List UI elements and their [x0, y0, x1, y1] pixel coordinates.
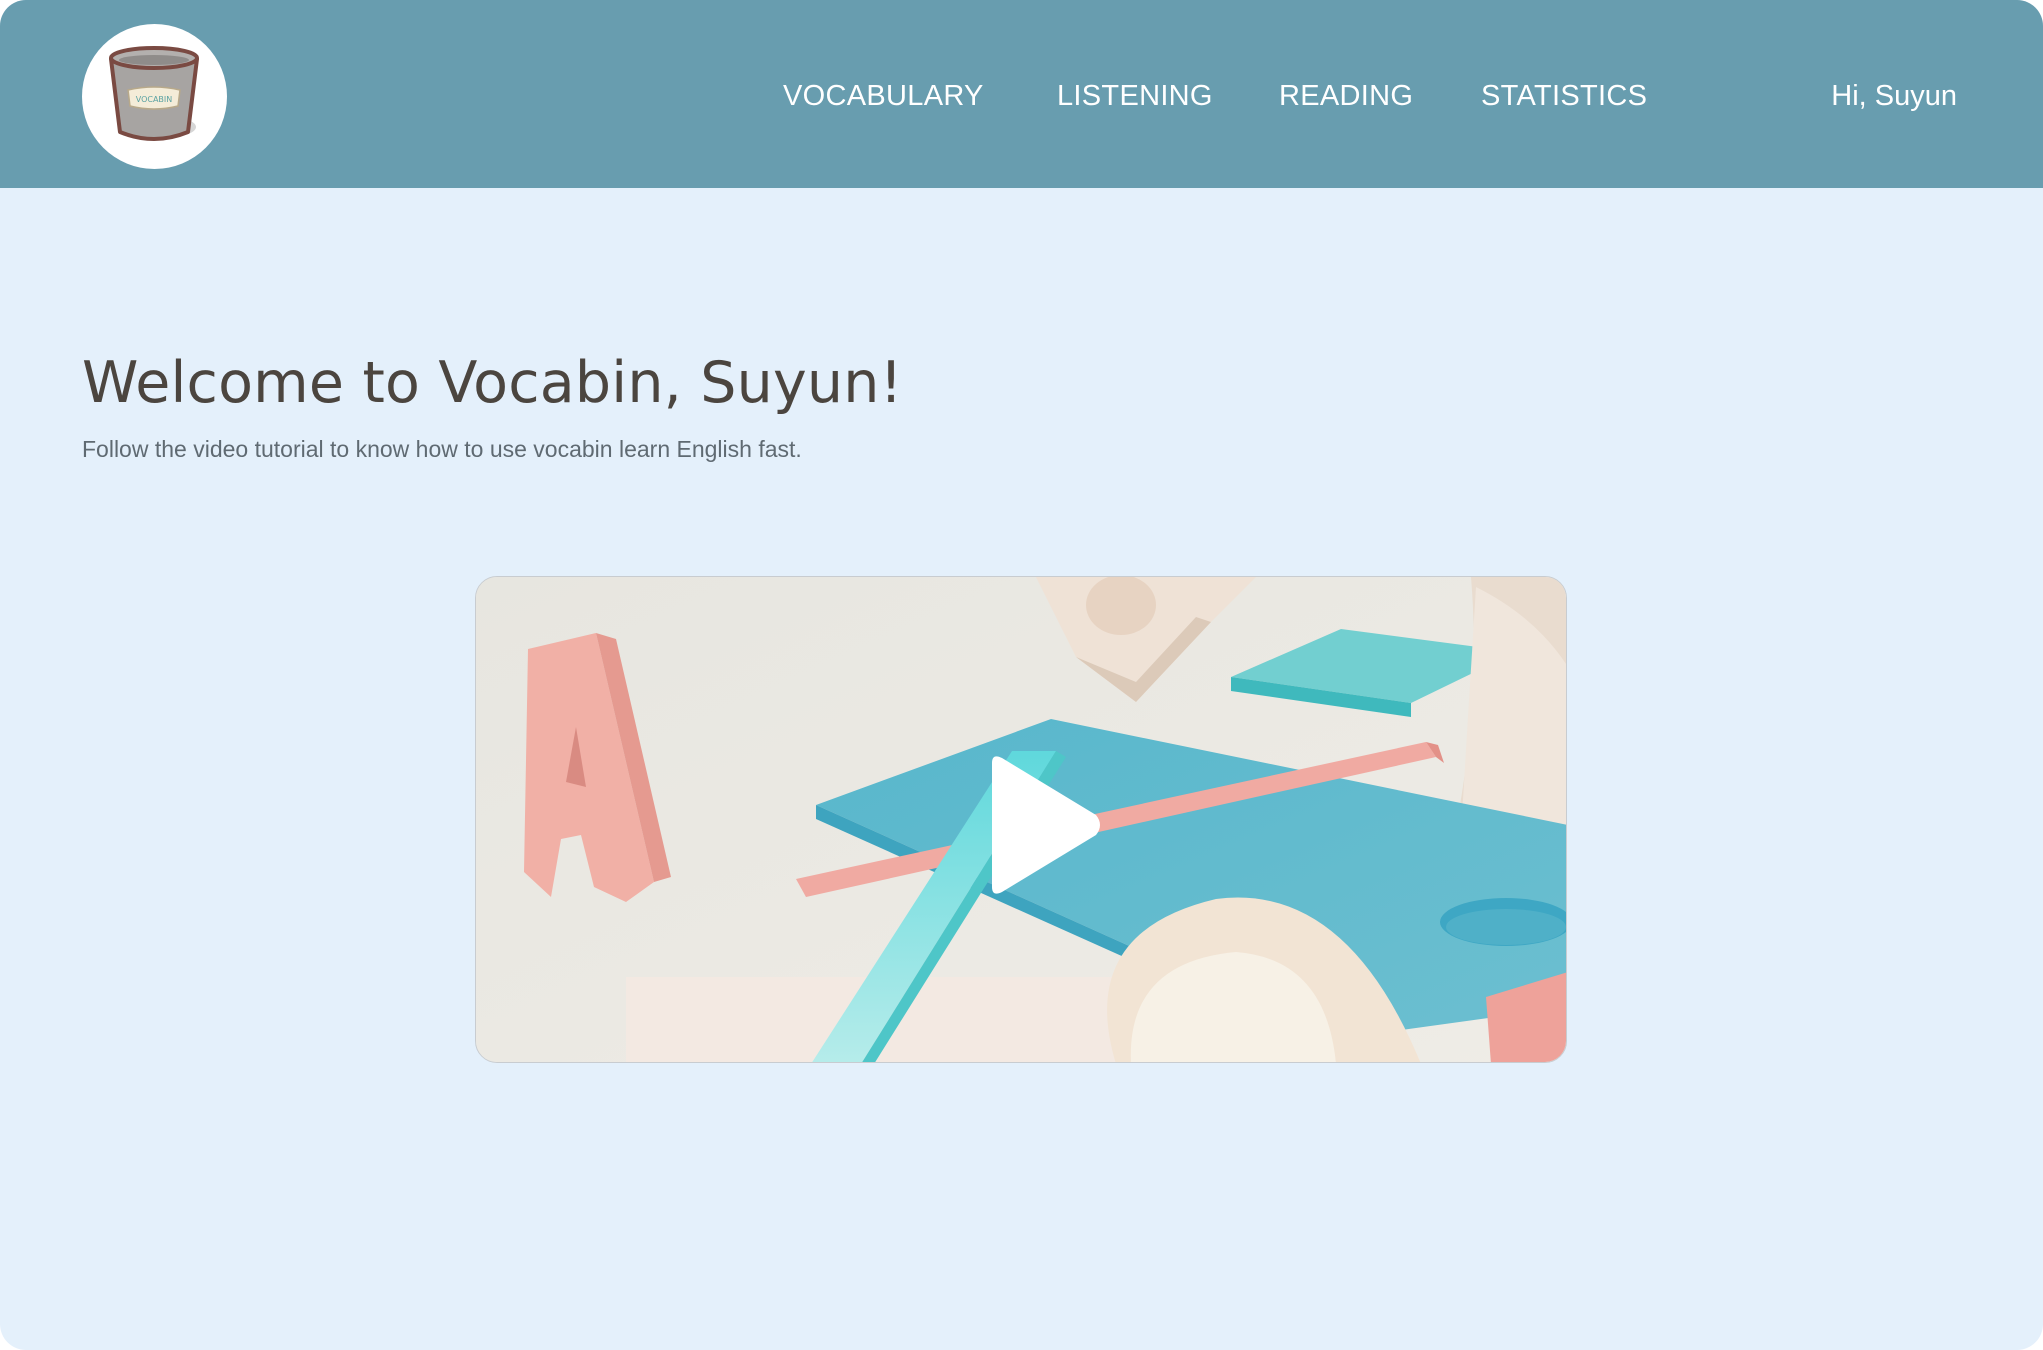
page-subtitle: Follow the video tutorial to know how to…	[82, 436, 802, 462]
page-title: Welcome to Vocabin, Suyun!	[82, 350, 903, 416]
top-navigation-bar: VOCABIN VOCABULARY LISTENING READING STA…	[0, 0, 2043, 188]
app-window: VOCABIN VOCABULARY LISTENING READING STA…	[0, 0, 2043, 1350]
bucket-icon: VOCABIN	[109, 46, 199, 141]
nav-listening[interactable]: LISTENING	[1057, 76, 1213, 116]
nav-reading[interactable]: READING	[1279, 76, 1413, 116]
svg-text:VOCABIN: VOCABIN	[136, 95, 173, 104]
tutorial-video-player[interactable]: A	[475, 576, 1567, 1063]
play-icon	[992, 756, 1100, 894]
nav-vocabulary[interactable]: VOCABULARY	[783, 76, 984, 116]
play-button[interactable]	[978, 753, 1102, 897]
vocabin-logo[interactable]: VOCABIN	[82, 24, 227, 169]
nav-statistics[interactable]: STATISTICS	[1481, 76, 1647, 116]
user-greeting[interactable]: Hi, Suyun	[1831, 76, 1957, 116]
